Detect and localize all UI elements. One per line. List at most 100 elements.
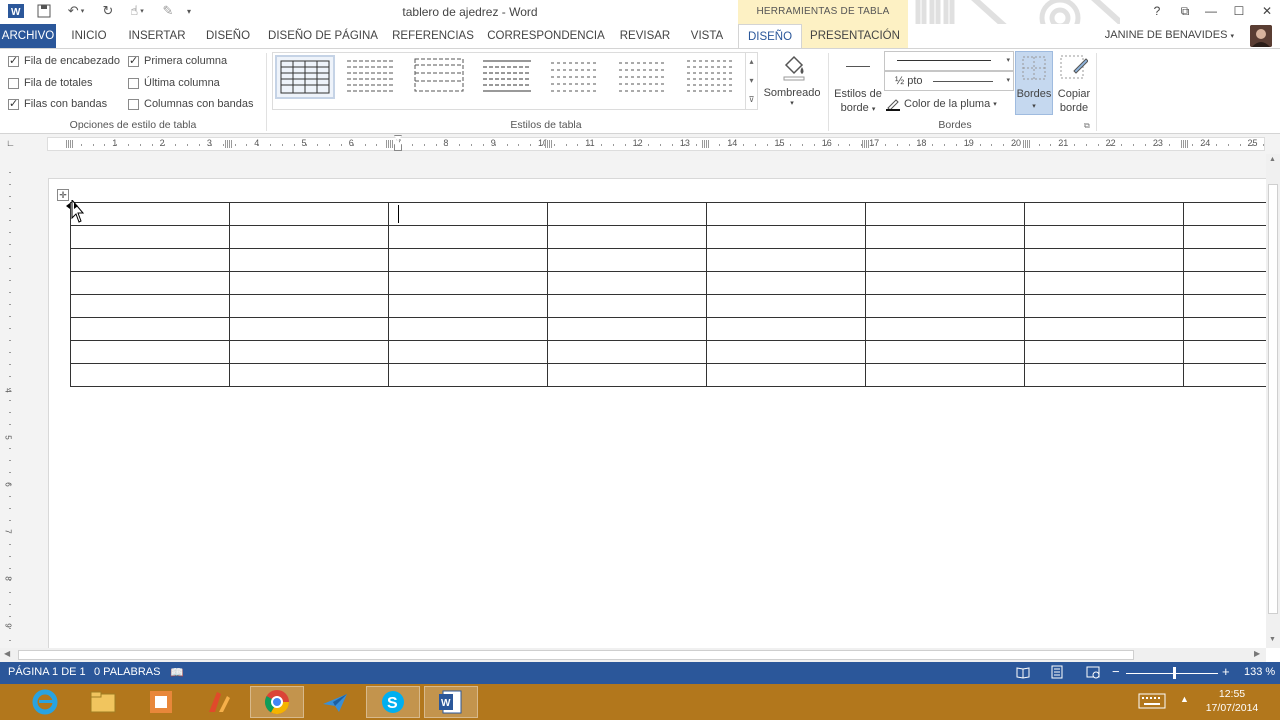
maximize-button[interactable]: ☐ (1226, 2, 1252, 20)
file-explorer-icon[interactable] (76, 686, 130, 718)
ribbon-display-options-icon[interactable]: ⧉ (1172, 2, 1198, 20)
tab-presentacion[interactable]: PRESENTACIÓN (802, 24, 908, 48)
table-style-4[interactable] (479, 55, 539, 99)
table-cell[interactable] (865, 340, 1025, 364)
customize-qat-icon[interactable]: ▾ (182, 2, 196, 20)
checkbox-checked[interactable] (8, 54, 19, 67)
table-cell[interactable] (706, 248, 866, 272)
table-cell[interactable] (865, 294, 1025, 318)
table-cell[interactable] (70, 340, 230, 364)
clock[interactable]: 12:55 17/07/2014 (1202, 687, 1262, 715)
chrome-icon[interactable] (250, 686, 304, 718)
table-cell[interactable] (70, 363, 230, 387)
table-cell[interactable] (1183, 248, 1268, 272)
banded-rows-checkbox[interactable]: Filas con bandas (8, 97, 107, 110)
table-cell[interactable] (388, 202, 548, 226)
mail-app-icon[interactable] (308, 686, 362, 718)
table-cell[interactable] (706, 317, 866, 341)
table-cell[interactable] (1024, 317, 1184, 341)
table-cell[interactable] (1024, 202, 1184, 226)
table-cell[interactable] (1024, 340, 1184, 364)
table-cell[interactable] (547, 271, 707, 295)
tab-diseno-tabla[interactable]: DISEÑO (738, 24, 802, 49)
web-layout-icon[interactable] (1086, 665, 1100, 682)
zoom-slider-thumb[interactable] (1173, 667, 1176, 679)
checkbox-unchecked[interactable] (8, 77, 19, 89)
border-styles-button[interactable]: Estilos de borde ▾ (832, 87, 884, 117)
table-cell[interactable] (1183, 340, 1268, 364)
table-cell[interactable] (547, 294, 707, 318)
table-cell[interactable] (1183, 317, 1268, 341)
undo-icon[interactable]: ↶ ▾ (62, 2, 90, 20)
pen-color-button[interactable]: Color de la pluma ▾ (886, 97, 997, 111)
horizontal-ruler[interactable]: 1234567891011121314151617181920212223242… (47, 135, 1265, 151)
tab-inicio[interactable]: INICIO (64, 24, 114, 48)
checkbox-checked[interactable] (128, 54, 139, 67)
table-cell[interactable] (70, 225, 230, 249)
save-icon[interactable] (34, 2, 54, 20)
help-icon[interactable]: ? (1144, 2, 1170, 20)
keyboard-icon[interactable] (1138, 692, 1166, 710)
column-marker[interactable] (545, 140, 552, 148)
tab-diseno-pagina[interactable]: DISEÑO DE PÁGINA (266, 24, 380, 48)
avatar[interactable] (1250, 25, 1272, 47)
table-cell[interactable] (388, 294, 548, 318)
table-cell[interactable] (388, 363, 548, 387)
tab-selector-icon[interactable]: ∟ (6, 138, 18, 150)
proofing-icon[interactable]: 📖 (170, 666, 184, 679)
word-count[interactable]: 0 PALABRAS (94, 666, 160, 678)
table-cell[interactable] (706, 363, 866, 387)
table-cell[interactable] (229, 340, 389, 364)
banded-columns-checkbox[interactable]: Columnas con bandas (128, 98, 253, 110)
office-app-icon[interactable] (134, 686, 188, 718)
table-cell[interactable] (229, 294, 389, 318)
table-cell[interactable] (547, 202, 707, 226)
table-cell[interactable] (1024, 271, 1184, 295)
internet-explorer-icon[interactable] (18, 686, 72, 718)
column-marker[interactable] (386, 140, 393, 148)
checkbox-unchecked[interactable] (128, 77, 139, 89)
table-cell[interactable] (547, 363, 707, 387)
table-cell[interactable] (1183, 225, 1268, 249)
vertical-scroll-thumb[interactable] (1268, 184, 1278, 614)
print-layout-icon[interactable] (1050, 665, 1064, 682)
scroll-right-icon[interactable]: ▶ (1254, 649, 1260, 658)
last-column-checkbox[interactable]: Última columna (128, 77, 220, 89)
table-cell[interactable] (547, 340, 707, 364)
borders-button[interactable]: Bordes ▾ (1015, 51, 1053, 115)
table-cell[interactable] (70, 317, 230, 341)
word-taskbar-icon[interactable]: W (424, 686, 478, 718)
tab-referencias[interactable]: REFERENCIAS (390, 24, 476, 48)
table-cell[interactable] (70, 294, 230, 318)
column-marker[interactable] (66, 140, 73, 148)
skype-icon[interactable]: S (366, 686, 420, 718)
tab-vista[interactable]: VISTA (684, 24, 730, 48)
vertical-scrollbar[interactable]: ▲ ▼ (1266, 154, 1280, 648)
table-cell[interactable] (547, 248, 707, 272)
shading-button[interactable]: Sombreado ▾ (760, 87, 824, 107)
tab-diseno[interactable]: DISEÑO (200, 24, 256, 48)
table-style-6[interactable] (615, 55, 675, 99)
table-cell[interactable] (1024, 248, 1184, 272)
table-cell[interactable] (706, 294, 866, 318)
table-cell[interactable] (865, 363, 1025, 387)
scroll-left-icon[interactable]: ◀ (4, 649, 10, 658)
gallery-scroll-down-icon[interactable]: ▾ (745, 72, 757, 91)
page-count[interactable]: PÁGINA 1 DE 1 (8, 666, 86, 678)
zoom-in-button[interactable]: + (1222, 664, 1230, 679)
table-cell[interactable] (865, 202, 1025, 226)
table-cell[interactable] (1024, 363, 1184, 387)
horizontal-scroll-thumb[interactable] (18, 650, 1134, 660)
table-cell[interactable] (1183, 363, 1268, 387)
line-style-dropdown[interactable]: ▾ (884, 51, 1014, 71)
scroll-down-icon[interactable]: ▼ (1269, 636, 1276, 643)
table-cell[interactable] (388, 248, 548, 272)
dialog-launcher-icon[interactable]: ⧉ (1084, 121, 1090, 131)
table-cell[interactable] (229, 271, 389, 295)
table-cell[interactable] (388, 225, 548, 249)
gallery-more-icon[interactable]: ⊽ (745, 91, 757, 110)
table-cell[interactable] (229, 248, 389, 272)
table-style-grid[interactable] (275, 55, 335, 99)
tab-insertar[interactable]: INSERTAR (124, 24, 190, 48)
column-marker[interactable] (862, 140, 869, 148)
